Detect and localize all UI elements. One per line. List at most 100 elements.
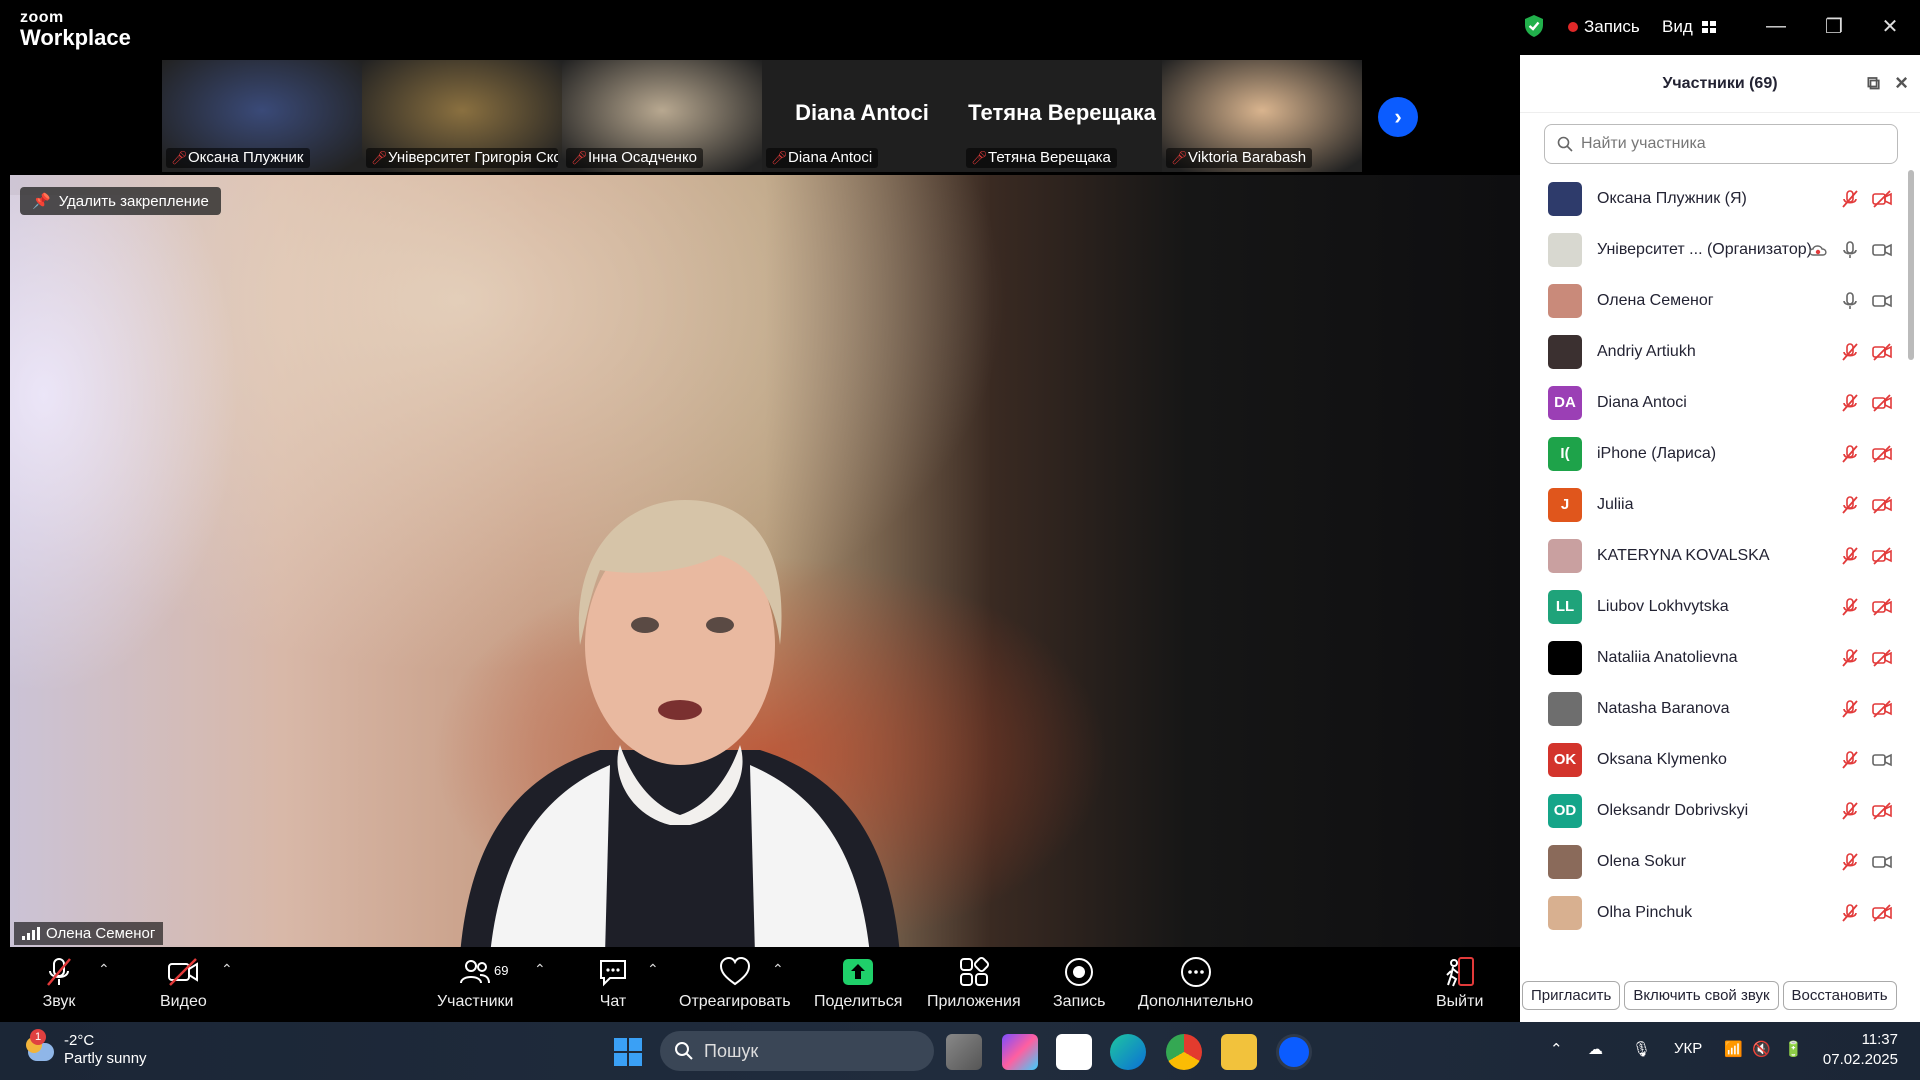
participants-list: Оксана Плужник (Я) Університет ... (Орган… <box>1520 173 1910 943</box>
camera-off-icon <box>1872 598 1892 616</box>
participant-row[interactable]: Olena Sokur <box>1520 836 1910 887</box>
next-page-button[interactable]: › <box>1378 97 1418 137</box>
participant-row[interactable]: Університет ... (Организатор) <box>1520 224 1910 275</box>
weather-widget[interactable]: 1 -2°C Partly sunny <box>26 1029 147 1068</box>
avatar: DA <box>1548 385 1582 420</box>
panel-footer: Пригласить Включить свой звук Восстанови… <box>1520 974 1920 1016</box>
mic-muted-icon <box>1842 751 1858 769</box>
view-button[interactable]: Вид <box>1662 17 1717 37</box>
participants-options-caret[interactable]: ⌃ <box>534 961 546 978</box>
avatar <box>1548 691 1582 726</box>
unpin-button[interactable]: 📌 Удалить закрепление <box>20 187 221 215</box>
onedrive-cloud-icon[interactable]: ☁ <box>1588 1040 1603 1058</box>
avatar <box>1548 538 1582 573</box>
participant-row[interactable]: KATERYNA KOVALSKA <box>1520 530 1910 581</box>
minimize-button[interactable]: — <box>1756 10 1796 42</box>
copilot-icon[interactable] <box>1002 1034 1038 1070</box>
language-indicator[interactable]: УКР <box>1674 1040 1702 1057</box>
battery-icon[interactable]: 🔋 <box>1784 1040 1803 1058</box>
store-icon[interactable] <box>1056 1034 1092 1070</box>
participant-row[interactable]: OD Oleksandr Dobrivskyi <box>1520 785 1910 836</box>
participant-row[interactable]: LL Liubov Lokhvytska <box>1520 581 1910 632</box>
audio-options-caret[interactable]: ⌃ <box>98 961 110 978</box>
participant-row[interactable]: OK Oksana Klymenko <box>1520 734 1910 785</box>
video-button[interactable]: Видео <box>160 955 207 1011</box>
participant-status <box>1840 291 1892 311</box>
share-button[interactable]: Поделиться <box>814 955 902 1011</box>
volume-icon[interactable]: 🔇 <box>1752 1040 1771 1058</box>
clock[interactable]: 11:37 07.02.2025 <box>1822 1030 1898 1071</box>
weather-icon: 1 <box>26 1029 56 1065</box>
participant-tile[interactable]: Diana Antoci 🎤︎ Diana Antoci <box>762 60 962 172</box>
avatar <box>1548 844 1582 879</box>
panel-scrollbar[interactable] <box>1908 170 1914 360</box>
mic-muted-icon <box>1842 496 1858 514</box>
participant-search-input[interactable]: Найти участника <box>1544 124 1898 164</box>
recording-indicator[interactable]: Запись <box>1568 17 1640 37</box>
mic-muted-icon: 🎤︎ <box>571 150 588 165</box>
wifi-icon[interactable]: 📶 <box>1724 1040 1743 1058</box>
restore-window-button[interactable]: ❐ <box>1814 10 1854 42</box>
edge-icon[interactable] <box>1110 1034 1146 1070</box>
camera-off-icon <box>1872 802 1892 820</box>
tray-mic-icon[interactable]: 🎙 <box>1632 1040 1651 1058</box>
camera-off-icon <box>1872 496 1892 514</box>
participant-row[interactable]: I(iPhone (Лариса) <box>1520 428 1910 479</box>
avatar: OK <box>1548 742 1582 777</box>
file-explorer-icon[interactable] <box>1221 1034 1257 1070</box>
restore-button[interactable]: Восстановить <box>1782 980 1897 1010</box>
tray-chevron-icon[interactable]: ⌃ <box>1550 1040 1563 1058</box>
participant-row[interactable]: Olha Pinchuk <box>1520 887 1910 938</box>
date: 07.02.2025 <box>1822 1051 1898 1069</box>
close-panel-icon[interactable]: × <box>1895 70 1908 96</box>
video-options-caret[interactable]: ⌃ <box>221 961 233 978</box>
chat-options-caret[interactable]: ⌃ <box>647 961 659 978</box>
avatar <box>1548 895 1582 930</box>
participant-status <box>1840 648 1892 668</box>
participant-row[interactable]: Nataliia Anatolievna <box>1520 632 1910 683</box>
participant-row[interactable] <box>1520 938 1910 943</box>
close-window-button[interactable]: ✕ <box>1870 10 1910 42</box>
invite-button[interactable]: Пригласить <box>1522 980 1621 1010</box>
search-placeholder: Найти участника <box>1581 135 1706 152</box>
participant-status <box>1840 750 1892 770</box>
participant-name: Andriy Artiukh <box>1597 342 1696 360</box>
audio-label: Звук <box>42 993 76 1010</box>
record-button[interactable]: Запись <box>1053 955 1106 1011</box>
participant-row[interactable]: Andriy Artiukh <box>1520 326 1910 377</box>
participant-row[interactable]: Олена Семеног <box>1520 275 1910 326</box>
mic-muted-icon <box>1842 853 1858 871</box>
audio-button[interactable]: Звук <box>42 955 76 1011</box>
security-shield-icon[interactable] <box>1523 14 1545 38</box>
task-view-icon[interactable] <box>946 1034 982 1070</box>
camera-off-icon <box>1872 394 1892 412</box>
more-button[interactable]: Дополнительно <box>1138 955 1253 1011</box>
participant-tile[interactable]: 🎤︎ Viktoria Barabash <box>1162 60 1362 172</box>
participant-tile[interactable]: 🎤︎ Інна Осадченко <box>562 60 762 172</box>
chat-button[interactable]: Чат <box>596 955 630 1011</box>
leave-button[interactable]: Выйти <box>1436 955 1483 1011</box>
popout-icon[interactable]: ⧉ <box>1867 73 1880 94</box>
participant-tile[interactable]: Тетяна Верещака 🎤︎ Тетяна Верещака <box>962 60 1162 172</box>
more-label: Дополнительно <box>1138 993 1254 1010</box>
participant-row[interactable]: Natasha Baranova <box>1520 683 1910 734</box>
start-button[interactable] <box>610 1034 646 1070</box>
main-video[interactable]: 📌 Удалить закрепление Олена Семеног <box>10 175 1520 947</box>
taskbar-search[interactable]: Пошук <box>660 1031 934 1071</box>
participant-tile[interactable]: 🎤︎ Університет Григорія Ско... <box>362 60 562 172</box>
speaker-name: Олена Семеног <box>46 925 156 942</box>
camera-off-icon <box>1872 343 1892 361</box>
mic-muted-icon <box>1842 394 1858 412</box>
search-icon <box>1557 136 1573 152</box>
chrome-icon[interactable] <box>1166 1034 1202 1070</box>
apps-button[interactable]: Приложения <box>927 955 1021 1011</box>
unmute-me-button[interactable]: Включить свой звук <box>1624 980 1779 1010</box>
mic-muted-icon <box>1842 547 1858 565</box>
participant-row[interactable]: J Juliia <box>1520 479 1910 530</box>
participant-row[interactable]: Оксана Плужник (Я) <box>1520 173 1910 224</box>
participant-row[interactable]: DA Diana Antoci <box>1520 377 1910 428</box>
zoom-app-icon[interactable] <box>1276 1034 1312 1070</box>
participant-tile[interactable]: 🎤︎ Оксана Плужник <box>162 60 362 172</box>
react-options-caret[interactable]: ⌃ <box>772 961 784 978</box>
zoom-logo: zoom Workplace <box>20 10 131 49</box>
